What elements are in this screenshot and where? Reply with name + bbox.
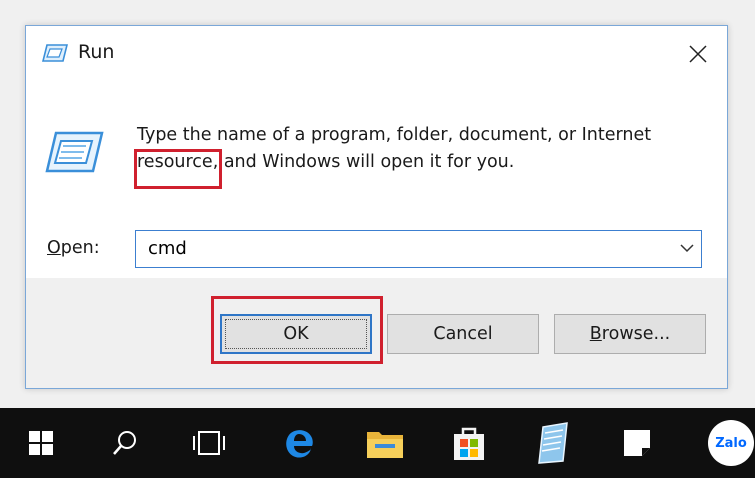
store-icon [454, 427, 484, 460]
open-input[interactable]: cmd [148, 238, 187, 259]
browse-label-text: rowse... [601, 324, 671, 344]
edge-button[interactable] [258, 408, 340, 478]
cancel-button-label: Cancel [433, 324, 493, 344]
cancel-button[interactable]: Cancel [387, 314, 539, 354]
sticky-notes-button[interactable] [596, 408, 678, 478]
run-dialog: Run Type the name of a program, folder, … [25, 25, 728, 389]
file-explorer-button[interactable] [344, 408, 426, 478]
task-view-button[interactable] [168, 408, 250, 478]
close-button[interactable] [669, 26, 727, 82]
browse-button-label: Browse... [590, 324, 670, 344]
start-button[interactable] [0, 408, 82, 478]
search-button[interactable] [84, 408, 166, 478]
close-icon [689, 45, 707, 63]
browse-accesskey: B [589, 324, 602, 344]
file-explorer-icon [367, 432, 403, 458]
task-view-icon [193, 431, 225, 455]
zalo-icon-label: Zalo [715, 435, 747, 451]
open-label: Open: [47, 238, 100, 258]
dialog-content: Type the name of a program, folder, docu… [26, 82, 727, 307]
zalo-button[interactable]: Zalo [690, 408, 755, 478]
notepad-icon [538, 422, 568, 464]
zalo-icon: Zalo [708, 420, 754, 466]
notepad-button[interactable] [512, 408, 594, 478]
store-button[interactable] [428, 408, 510, 478]
ok-button[interactable]: OK [220, 314, 372, 354]
browse-button[interactable]: Browse... [554, 314, 706, 354]
dialog-description: Type the name of a program, folder, docu… [137, 125, 652, 172]
open-label-accesskey: O [47, 238, 61, 258]
taskbar: Zalo [0, 408, 755, 478]
run-large-icon [44, 129, 104, 179]
dialog-title: Run [78, 41, 115, 63]
windows-start-icon [29, 431, 53, 455]
run-icon [41, 43, 69, 67]
edge-icon [286, 430, 313, 458]
open-label-text: pen: [60, 238, 100, 258]
sticky-notes-icon [624, 430, 650, 456]
open-combobox[interactable]: cmd [135, 230, 702, 268]
title-bar[interactable]: Run [26, 26, 727, 82]
chevron-down-icon[interactable] [679, 240, 695, 256]
dialog-footer: OK Cancel Browse... [26, 278, 727, 388]
search-icon [113, 431, 136, 455]
focus-rectangle [225, 319, 367, 349]
